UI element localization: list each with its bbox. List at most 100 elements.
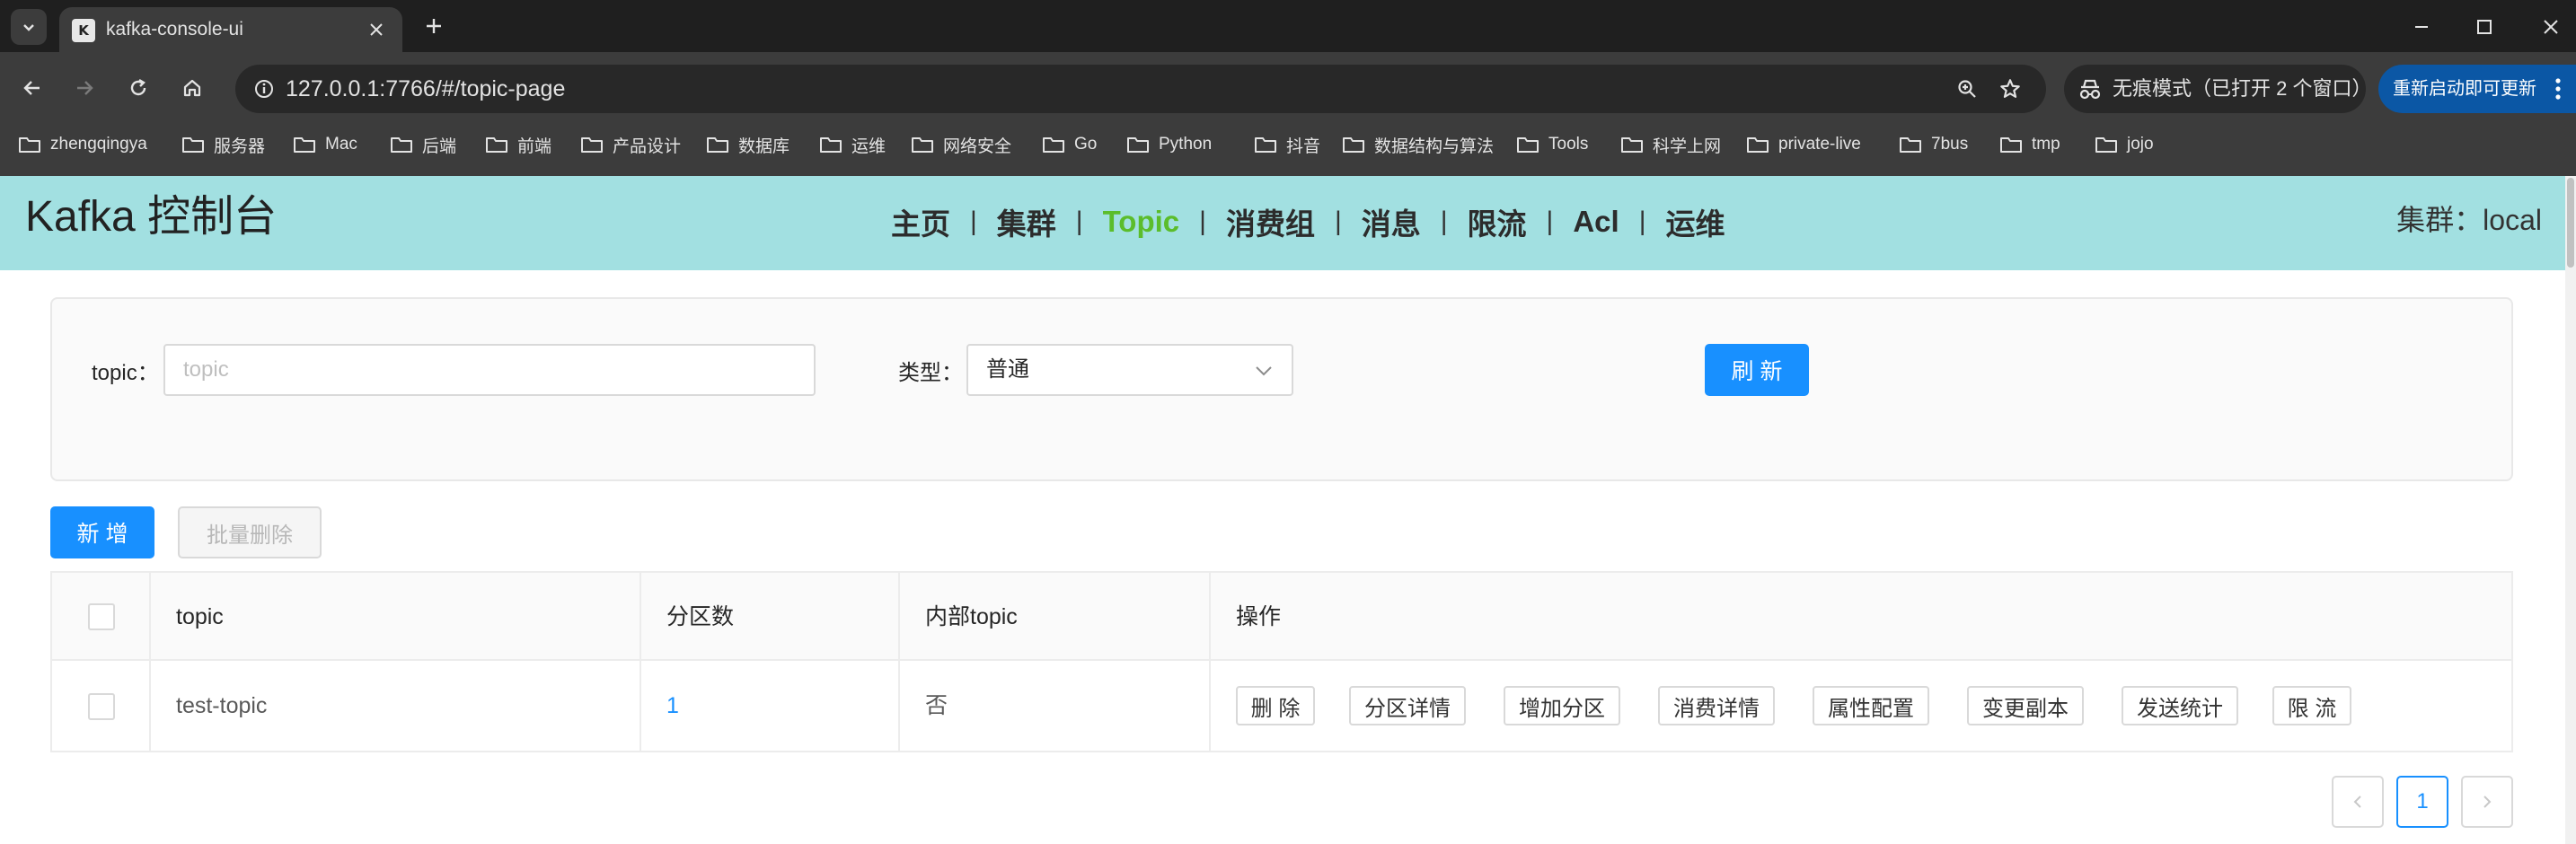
bookmark-label: 数据结构与算法	[1374, 136, 1495, 156]
config-button[interactable]: 属性配置	[1813, 686, 1929, 725]
folder-icon	[1255, 137, 1276, 153]
bookmark-item[interactable]: 7bus	[1899, 127, 1968, 162]
new-tab-button[interactable]	[419, 11, 449, 41]
add-partition-button[interactable]: 增加分区	[1504, 686, 1620, 725]
bookmark-label: private-live	[1778, 135, 1861, 154]
bookmark-item[interactable]: Mac	[293, 127, 357, 162]
incognito-indicator[interactable]: 无痕模式（已打开 2 个窗口）	[2064, 65, 2371, 113]
delete-button[interactable]: 删 除	[1236, 686, 1315, 725]
bookmark-item[interactable]: 服务器	[181, 127, 265, 162]
bookmark-item[interactable]: 后端	[390, 127, 456, 162]
bookmark-label: 抖音	[1286, 136, 1321, 156]
column-header-partitions: 分区数	[666, 604, 735, 629]
relaunch-update-button[interactable]: 重新启动即可更新	[2378, 65, 2576, 113]
minimize-button[interactable]	[2404, 9, 2439, 45]
row-checkbox[interactable]	[88, 693, 115, 720]
add-topic-button[interactable]: 新 增	[50, 506, 154, 558]
topic-search-input[interactable]	[163, 344, 816, 396]
bookmark-item[interactable]: 数据结构与算法	[1342, 127, 1494, 162]
forward-button[interactable]	[65, 68, 104, 108]
folder-icon	[1043, 137, 1064, 153]
bookmark-star-button[interactable]	[1994, 73, 2026, 105]
main-menu: 主页 | 集群 | Topic | 消费组 | 消息 | 限流 | Acl | …	[891, 201, 1725, 242]
bookmark-item[interactable]: private-live	[1746, 127, 1861, 162]
folder-icon	[912, 137, 933, 153]
table-row: test-topic 1 否 删 除 分区详情 增加分区 消费详情 属性配置 变…	[52, 661, 2511, 751]
bookmark-item[interactable]: 运维	[819, 127, 886, 162]
menu-item-throttle[interactable]: 限流	[1468, 200, 1527, 243]
site-info-button[interactable]	[246, 71, 282, 107]
folder-icon	[2000, 137, 2022, 153]
minimize-icon	[2415, 26, 2428, 28]
type-select[interactable]: 普通	[966, 344, 1293, 396]
cluster-indicator: 集群：local	[2396, 204, 2542, 236]
bookmark-item[interactable]: 数据库	[706, 127, 790, 162]
bookmark-label: Go	[1074, 135, 1098, 154]
window-close-button[interactable]	[2533, 9, 2569, 45]
menu-item-acl[interactable]: Acl	[1573, 205, 1619, 239]
batch-delete-button[interactable]: 批量删除	[178, 506, 322, 558]
select-all-checkbox[interactable]	[88, 603, 115, 630]
menu-separator: |	[970, 207, 977, 236]
bookmark-item[interactable]: 产品设计	[580, 127, 681, 162]
bookmark-label: 产品设计	[613, 136, 682, 156]
bookmark-item[interactable]: 前端	[485, 127, 551, 162]
menu-item-home[interactable]: 主页	[891, 200, 950, 243]
browser-window: K kafka-console-ui 127.0.0.1:7766/#/topi…	[0, 0, 2576, 844]
home-button[interactable]	[172, 68, 212, 108]
column-header-topic: topic	[176, 604, 224, 629]
tab-close-button[interactable]	[363, 16, 390, 43]
zoom-button[interactable]	[1951, 73, 1983, 105]
bookmark-label: Tools	[1548, 135, 1589, 154]
bookmark-item[interactable]: 科学上网	[1620, 127, 1721, 162]
consumer-details-button[interactable]: 消费详情	[1658, 686, 1775, 725]
menu-item-consumer-group[interactable]: 消费组	[1226, 200, 1315, 243]
maximize-icon	[2477, 20, 2492, 34]
bookmark-item[interactable]: tmp	[1999, 127, 2060, 162]
menu-item-ops[interactable]: 运维	[1665, 200, 1725, 243]
bookmark-item[interactable]: 网络安全	[911, 127, 1011, 162]
folder-icon	[2095, 137, 2117, 153]
page-scrollbar[interactable]	[2565, 176, 2576, 844]
folder-icon	[1747, 137, 1769, 153]
maximize-button[interactable]	[2466, 9, 2502, 45]
tab-favicon-icon: K	[72, 19, 95, 42]
scrollbar-thumb[interactable]	[2567, 178, 2574, 268]
tab-search-button[interactable]	[11, 9, 47, 45]
menu-item-topic[interactable]: Topic	[1103, 205, 1180, 239]
menu-item-message[interactable]: 消息	[1362, 200, 1421, 243]
chevron-down-icon	[1256, 366, 1272, 376]
refresh-button[interactable]: 刷 新	[1705, 344, 1809, 396]
pagination-prev[interactable]	[2332, 776, 2384, 828]
pagination-next[interactable]	[2461, 776, 2513, 828]
info-icon	[255, 80, 273, 98]
folder-icon	[1517, 137, 1539, 153]
bookmark-item[interactable]: zhengqingya	[18, 127, 147, 162]
url-text: 127.0.0.1:7766/#/topic-page	[286, 76, 566, 101]
arrow-left-icon	[23, 81, 40, 95]
bookmark-item[interactable]: Python	[1126, 127, 1212, 162]
send-stats-button[interactable]: 发送统计	[2122, 686, 2238, 725]
folder-icon	[182, 137, 204, 153]
relaunch-label: 重新启动即可更新	[2393, 79, 2536, 99]
change-replica-button[interactable]: 变更副本	[1967, 686, 2084, 725]
address-bar[interactable]: 127.0.0.1:7766/#/topic-page	[235, 65, 2046, 113]
arrow-right-icon	[77, 81, 93, 95]
close-icon	[2544, 20, 2558, 34]
more-menu-icon[interactable]	[2549, 75, 2567, 102]
bookmark-item[interactable]: Tools	[1516, 127, 1588, 162]
menu-item-cluster[interactable]: 集群	[997, 200, 1056, 243]
back-button[interactable]	[13, 68, 52, 108]
bookmark-item[interactable]: jojo	[2095, 127, 2154, 162]
throttle-button[interactable]: 限 流	[2272, 686, 2351, 725]
partition-details-button[interactable]: 分区详情	[1349, 686, 1466, 725]
cell-partitions-link[interactable]: 1	[666, 661, 679, 751]
browser-toolbar: 127.0.0.1:7766/#/topic-page 无痕模式（已打开 2 个…	[0, 52, 2576, 127]
pagination-page-1[interactable]: 1	[2396, 776, 2448, 828]
bookmark-item[interactable]: 抖音	[1254, 127, 1320, 162]
app-title: Kafka 控制台	[25, 193, 278, 241]
bookmark-label: 科学上网	[1653, 136, 1722, 156]
reload-button[interactable]	[119, 68, 158, 108]
bookmark-item[interactable]: Go	[1042, 127, 1097, 162]
browser-tab[interactable]: K kafka-console-ui	[59, 7, 402, 52]
